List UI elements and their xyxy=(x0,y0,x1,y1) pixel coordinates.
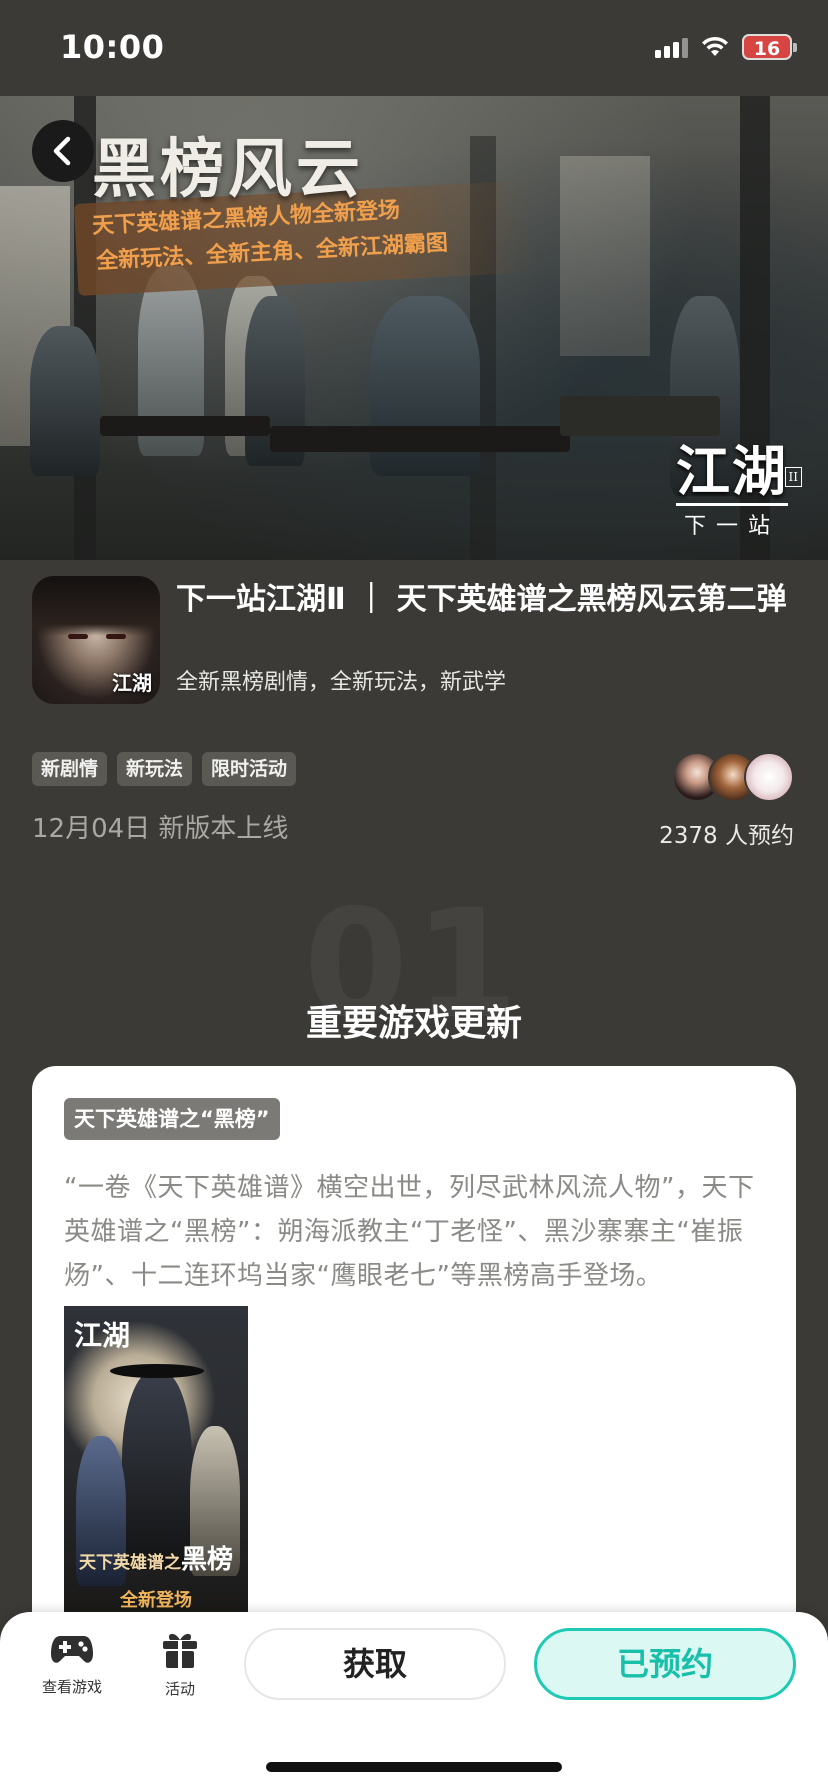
game-logo: 江湖 下一站 II xyxy=(676,439,802,540)
wifi-icon xyxy=(702,36,728,56)
update-poster-image[interactable]: 江湖 天下英雄谱之黑榜 全新登场 xyxy=(64,1306,248,1616)
signal-icon xyxy=(655,36,688,58)
app-icon[interactable]: 江湖 xyxy=(32,576,160,704)
nav-view-game-label: 查看游戏 xyxy=(41,1678,102,1696)
tag-new-gameplay: 新玩法 xyxy=(117,752,193,786)
nav-activity[interactable]: 活动 xyxy=(130,1630,230,1699)
nav-view-game[interactable]: 查看游戏 xyxy=(22,1630,122,1697)
app-description: 全新黑榜剧情，全新玩法，新武学 xyxy=(176,670,507,695)
home-indicator[interactable] xyxy=(266,1762,562,1772)
status-time: 10:00 xyxy=(60,28,165,66)
app-title: 下一站江湖Ⅱ ｜ 天下英雄谱之黑榜风云第二弹 xyxy=(176,582,787,617)
launch-date: 12月04日 新版本上线 xyxy=(32,814,289,844)
hero-banner: 黑榜风云 天下英雄谱之黑榜人物全新登场 全新玩法、全新主角、全新江湖霸图 江湖 … xyxy=(0,96,828,560)
poster-caption-highlight: 黑榜 xyxy=(180,1545,233,1575)
gamepad-icon xyxy=(51,1636,93,1663)
chevron-left-icon xyxy=(53,136,71,166)
game-logo-main: 江湖 xyxy=(676,439,788,503)
battery-indicator: 16 xyxy=(742,34,797,60)
game-logo-badge: II xyxy=(784,467,802,487)
section-title: 重要游戏更新 xyxy=(305,1003,522,1044)
poster-subcaption: 全新登场 xyxy=(120,1590,192,1611)
nav-activity-label: 活动 xyxy=(164,1680,195,1698)
card-tag: 天下英雄谱之“黑榜” xyxy=(64,1098,280,1140)
avatar xyxy=(744,752,794,802)
back-button[interactable] xyxy=(32,120,94,182)
get-button[interactable]: 获取 xyxy=(244,1628,506,1700)
gift-icon xyxy=(163,1633,197,1668)
status-icons: 16 xyxy=(655,34,797,60)
app-icon-logo: 江湖 xyxy=(112,671,152,695)
card-text: “一卷《天下英雄谱》横空出世，列尽武林风流人物”，天下英雄谱之“黑榜”：朔海派教… xyxy=(64,1173,755,1291)
tag-limited-event: 限时活动 xyxy=(202,752,297,786)
tag-list: 新剧情 新玩法 限时活动 xyxy=(32,752,297,786)
poster-caption: 天下英雄谱之黑榜 xyxy=(64,1539,248,1576)
reserved-button[interactable]: 已预约 xyxy=(534,1628,796,1700)
status-bar: 10:00 16 xyxy=(0,0,828,96)
reserver-avatars xyxy=(672,752,794,802)
tag-new-story: 新剧情 xyxy=(32,752,108,786)
poster-caption-prefix: 天下英雄谱之 xyxy=(78,1553,181,1573)
reservation-count: 2378 人预约 xyxy=(659,823,794,849)
game-logo-sub: 下一站 xyxy=(676,503,788,540)
poster-logo: 江湖 xyxy=(74,1319,131,1352)
